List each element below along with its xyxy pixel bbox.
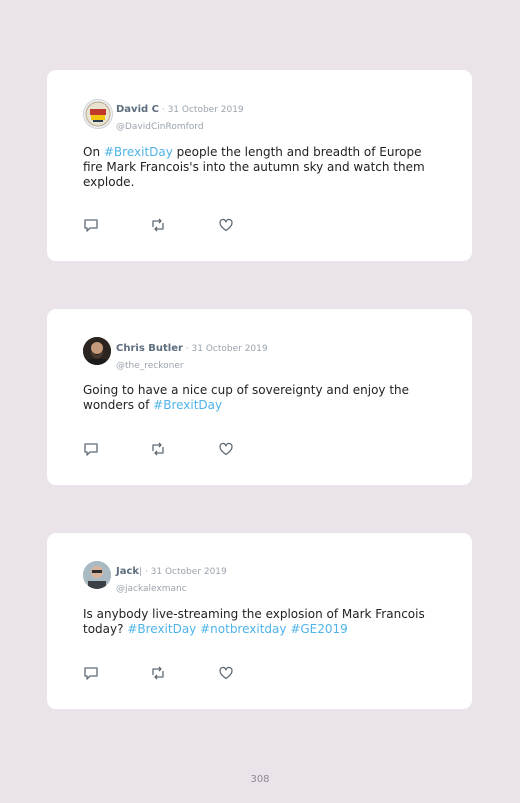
tweet-header: Chris Butler · 31 October 2019 @the_reck…	[116, 339, 268, 373]
hashtag-link[interactable]: #BrexitDay	[127, 622, 196, 636]
page-number: 308	[250, 774, 270, 785]
avatar[interactable]	[83, 337, 111, 365]
retweet-icon[interactable]	[150, 441, 166, 457]
tweet-text: On #BrexitDay people the length and brea…	[83, 145, 425, 189]
author-handle[interactable]: @DavidCinRomford	[116, 122, 204, 132]
hashtag-link[interactable]: #GE2019	[290, 622, 347, 636]
like-icon[interactable]	[218, 665, 234, 681]
bearded-man-avatar-icon	[83, 337, 111, 365]
like-icon[interactable]	[218, 441, 234, 457]
hashtag-link[interactable]: #notbrexitday	[200, 622, 286, 636]
reply-icon[interactable]	[83, 441, 99, 457]
author-name[interactable]: David C	[116, 104, 159, 115]
like-icon[interactable]	[218, 217, 234, 233]
brexit-badge-avatar-icon	[85, 101, 111, 127]
tweet-card: David C · 31 October 2019 @DavidCinRomfo…	[47, 70, 472, 261]
retweet-icon[interactable]	[150, 217, 166, 233]
tweet-text: Is anybody live-streaming the explosion …	[83, 607, 425, 636]
hashtag-link[interactable]: #BrexitDay	[153, 398, 222, 412]
avatar[interactable]	[83, 561, 111, 589]
tweet-header: David C · 31 October 2019 @DavidCinRomfo…	[116, 100, 244, 134]
tweet-card: Chris Butler · 31 October 2019 @the_reck…	[47, 309, 472, 485]
reply-icon[interactable]	[83, 665, 99, 681]
tweet-text: Going to have a nice cup of sovereignty …	[83, 383, 410, 412]
author-name[interactable]: Chris Butler	[116, 343, 183, 354]
avatar[interactable]	[83, 99, 113, 129]
author-name[interactable]: Jack	[116, 566, 139, 577]
man-avatar-icon	[83, 561, 111, 589]
reply-icon[interactable]	[83, 217, 99, 233]
author-handle[interactable]: @jackalexmanc	[116, 584, 187, 594]
hashtag-link[interactable]: #BrexitDay	[104, 145, 173, 159]
retweet-icon[interactable]	[150, 665, 166, 681]
tweet-date[interactable]: | · 31 October 2019	[139, 567, 227, 577]
tweet-header: Jack| · 31 October 2019 @jackalexmanc	[116, 562, 227, 596]
author-handle[interactable]: @the_reckoner	[116, 361, 184, 371]
tweet-card: Jack| · 31 October 2019 @jackalexmanc Is…	[47, 533, 472, 709]
tweet-date[interactable]: · 31 October 2019	[183, 344, 268, 354]
tweet-date[interactable]: · 31 October 2019	[159, 105, 244, 115]
